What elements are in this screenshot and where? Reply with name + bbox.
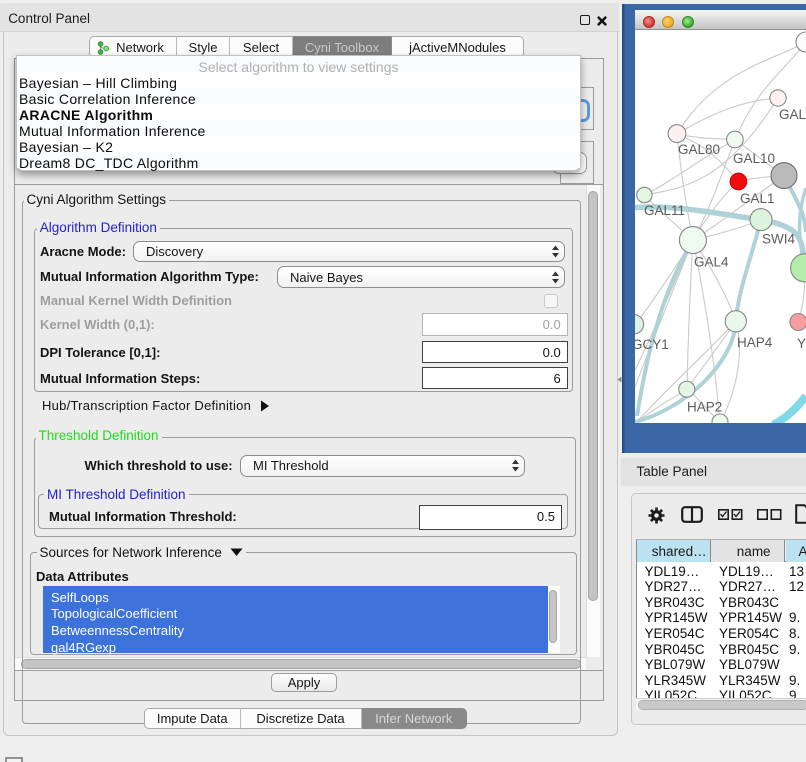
svg-text:GAL80: GAL80: [678, 142, 720, 157]
svg-text:GAL: GAL: [779, 107, 806, 122]
svg-text:Y: Y: [797, 336, 806, 351]
svg-text:SWI4: SWI4: [762, 232, 795, 247]
svg-text:GAL10: GAL10: [733, 151, 775, 166]
svg-text:GAL11: GAL11: [644, 203, 685, 218]
svg-text:HAP4: HAP4: [737, 335, 773, 350]
svg-text:HAP2: HAP2: [687, 400, 722, 415]
svg-text:GCY1: GCY1: [635, 337, 669, 352]
svg-text:GAL4: GAL4: [694, 255, 729, 270]
svg-text:GAL1: GAL1: [740, 191, 775, 206]
